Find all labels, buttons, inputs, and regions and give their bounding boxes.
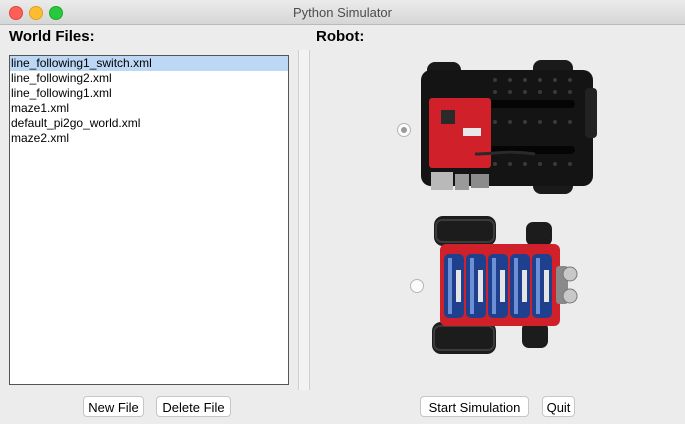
delete-file-button[interactable]: Delete File — [156, 396, 231, 417]
ultrasonic-sensor — [562, 266, 578, 282]
board-chip — [441, 110, 455, 124]
world-files-heading: World Files: — [9, 28, 95, 45]
app-window: Python Simulator World Files: Robot: lin… — [0, 0, 685, 424]
ethernet-port — [471, 174, 489, 188]
list-item[interactable]: default_pi2go_world.xml — [10, 116, 288, 131]
new-file-button[interactable]: New File — [83, 396, 144, 417]
usb-port — [431, 172, 453, 190]
ultrasonic-sensor — [562, 288, 578, 304]
wire — [474, 150, 536, 156]
quit-button[interactable]: Quit — [542, 396, 575, 417]
start-simulation-button[interactable]: Start Simulation — [420, 396, 529, 417]
robot-option-top-view-radio[interactable] — [397, 123, 411, 137]
list-item[interactable]: line_following2.xml — [10, 71, 288, 86]
robot-option-battery-view-radio[interactable] — [410, 279, 424, 293]
usb-port — [455, 174, 469, 190]
chassis-slot — [485, 100, 575, 108]
title-bar[interactable]: Python Simulator — [0, 0, 685, 25]
radio-selected-dot — [401, 127, 407, 133]
list-item[interactable]: line_following1.xml — [10, 86, 288, 101]
world-files-list[interactable]: line_following1_switch.xml line_followin… — [9, 55, 289, 385]
wheel — [526, 222, 552, 246]
robot-top-view-image[interactable] — [415, 58, 600, 198]
robot-battery-view-image[interactable] — [430, 214, 585, 356]
list-item[interactable]: maze2.xml — [10, 131, 288, 146]
circuit-board — [429, 98, 491, 168]
battery-pack — [444, 254, 552, 318]
pane-divider[interactable] — [298, 50, 310, 390]
board-connector — [463, 128, 481, 136]
robot-heading: Robot: — [316, 28, 365, 45]
list-item[interactable]: maze1.xml — [10, 101, 288, 116]
list-item[interactable]: line_following1_switch.xml — [10, 56, 288, 71]
robot-side-bracket — [585, 88, 597, 138]
window-title: Python Simulator — [293, 5, 392, 20]
